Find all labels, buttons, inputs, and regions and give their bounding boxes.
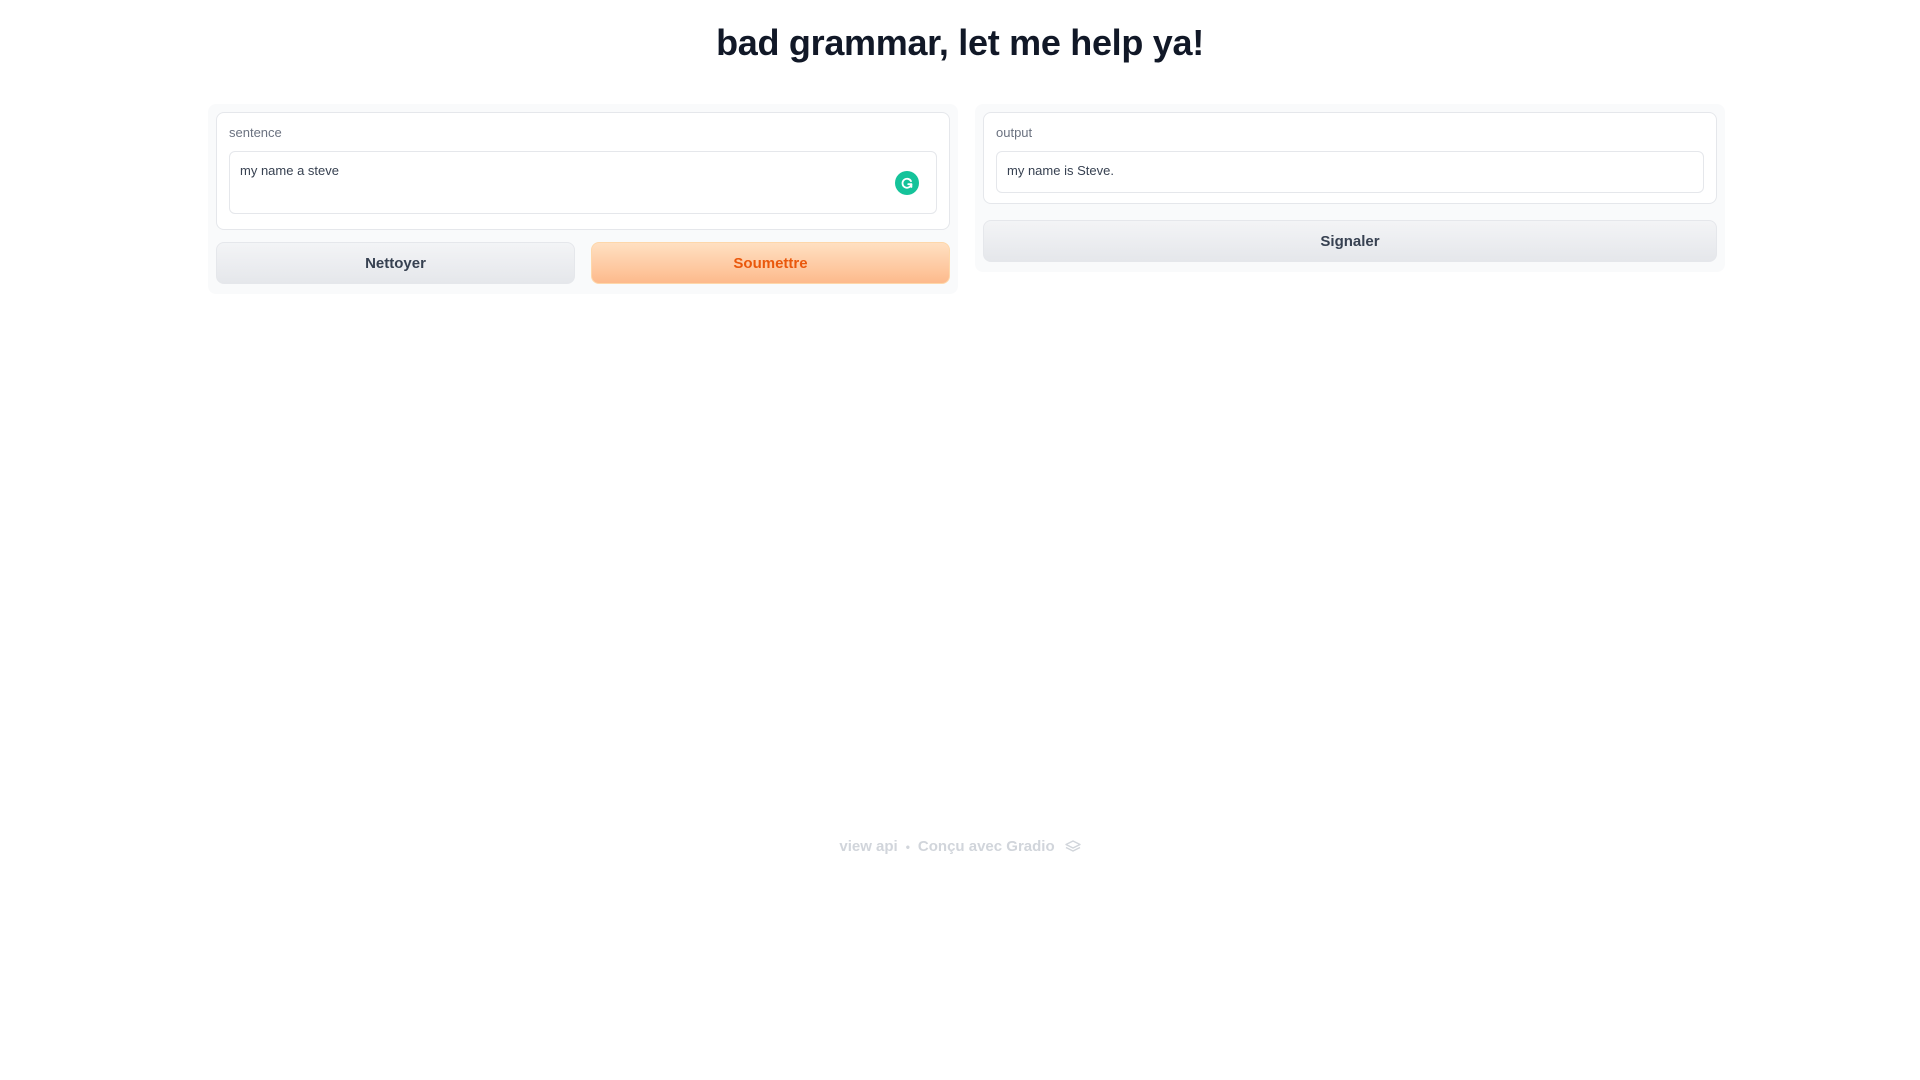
- submit-button[interactable]: Soumettre: [591, 242, 950, 284]
- clear-button[interactable]: Nettoyer: [216, 242, 575, 284]
- flag-button[interactable]: Signaler: [983, 220, 1717, 262]
- footer: view api • Conçu avec Gradio: [0, 838, 1920, 855]
- view-api-link[interactable]: view api: [839, 838, 897, 855]
- input-panel: sentence my name a steve Nettoyer Soumet…: [208, 104, 958, 294]
- sentence-input-value: my name a steve: [240, 163, 339, 178]
- output-value: my name is Steve.: [1007, 163, 1114, 178]
- output-panel: output my name is Steve. Signaler: [975, 104, 1725, 272]
- output-label: output: [996, 125, 1033, 140]
- footer-separator: •: [905, 839, 910, 854]
- sentence-block: sentence my name a steve: [216, 112, 950, 230]
- sentence-label: sentence: [229, 125, 282, 140]
- page-title: bad grammar, let me help ya!: [716, 22, 1204, 63]
- output-textbox[interactable]: my name is Steve.: [996, 151, 1704, 193]
- gradio-logo-icon[interactable]: [1064, 839, 1081, 854]
- built-with-gradio-link[interactable]: Conçu avec Gradio: [918, 838, 1055, 855]
- grammarly-icon[interactable]: [895, 171, 919, 195]
- output-block: output my name is Steve.: [983, 112, 1717, 204]
- sentence-input[interactable]: my name a steve: [229, 151, 937, 214]
